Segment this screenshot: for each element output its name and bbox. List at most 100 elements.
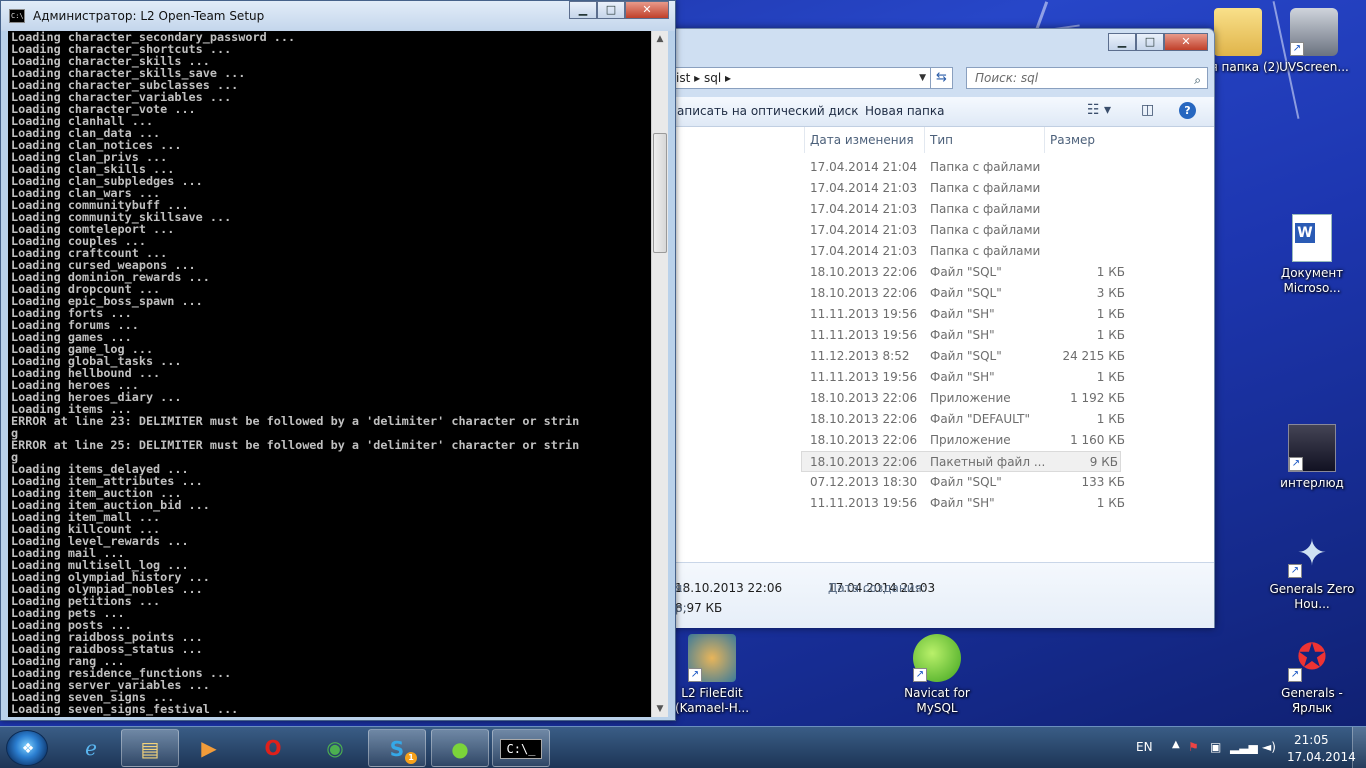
file-type: Папка с файлами [930, 244, 1041, 258]
volume-icon[interactable]: ◄) [1262, 740, 1276, 754]
cmd-icon: C:\ [9, 9, 25, 23]
refresh-icon[interactable]: ⇆ [930, 68, 952, 88]
file-row[interactable]: 18.10.2013 22:06 Файл "SQL" 3 КБ [603, 283, 1125, 304]
file-date: 11.11.2013 19:56 [810, 496, 918, 510]
explorer-window[interactable]: ▁ □ ✕ ist ▸ sql ▸ ▼ ⇆ Поиск: sql ⌕ аписа… [600, 28, 1215, 628]
close-button[interactable]: ✕ [625, 1, 669, 19]
search-icon: ⌕ [1194, 73, 1201, 87]
opera-icon: O [264, 736, 282, 760]
file-row[interactable]: 18.10.2013 22:06 Пакетный файл ... 9 КБ [801, 451, 1121, 472]
console-window[interactable]: C:\ Администратор: L2 Open-Team Setup ▁ … [0, 0, 676, 721]
file-row[interactable]: 17.04.2014 21:03 Папка с файлами [603, 199, 1123, 220]
shortcut-arrow-icon: ↗ [688, 668, 702, 682]
explorer-close-button[interactable]: ✕ [1164, 33, 1208, 51]
scroll-down-icon[interactable]: ▼ [652, 701, 668, 717]
details-pane: я: 18.10.2013 22:06 Дата создания: 17.04… [603, 562, 1214, 628]
file-type: Файл "SH" [930, 307, 995, 321]
chevron-down-icon[interactable]: ▼ [919, 68, 926, 88]
view-options-icon[interactable]: ☷ ▾ [1087, 102, 1111, 118]
address-bar[interactable]: ist ▸ sql ▸ ▼ ⇆ [663, 67, 953, 89]
tray-expand-icon[interactable]: ▲ [1172, 739, 1180, 750]
taskbar-chrome[interactable]: ◉ [306, 729, 364, 767]
desktop-icon-generals-zh[interactable]: ✦ ↗ Generals Zero Hou... [1268, 530, 1356, 612]
column-header-date[interactable]: Дата изменения [810, 133, 914, 147]
network-icon[interactable]: ▂▃▅ [1230, 740, 1258, 754]
shortcut-arrow-icon: ↗ [1290, 42, 1304, 56]
lineage-icon: ↗ [1288, 424, 1336, 472]
file-row[interactable]: 17.04.2014 21:03 Папка с файлами [603, 178, 1123, 199]
file-row[interactable]: 11.12.2013 8:52 Файл "SQL" 24 215 КБ [603, 346, 1125, 367]
breadcrumb[interactable]: ist ▸ sql ▸ [676, 71, 731, 85]
file-row[interactable]: lt18.10.2013 22:06Файл "DEFAULT"1 КБ [603, 409, 1125, 430]
taskbar-cmd[interactable]: C:\_ [492, 729, 550, 767]
file-row[interactable]: 18.10.2013 22:06 Приложение 1 192 КБ [603, 388, 1125, 409]
taskbar-file-explorer[interactable]: ▤ [121, 729, 179, 767]
desktop-icon-interlude[interactable]: ↗ интерлюд [1268, 424, 1356, 491]
scrollbar-thumb[interactable] [653, 133, 667, 253]
file-date: 17.04.2014 21:03 [810, 223, 918, 237]
show-desktop-button[interactable] [1352, 727, 1366, 768]
file-size: 1 КБ [1096, 370, 1125, 384]
file-row[interactable]: 07.12.2013 18:30 Файл "SQL" 133 КБ [603, 472, 1125, 493]
file-date: 18.10.2013 22:06 [810, 455, 918, 469]
start-button[interactable]: ❖ [6, 730, 48, 766]
file-row[interactable]: 17.04.2014 21:04 Папка с файлами [603, 157, 1123, 178]
desktop-icon-generals-link[interactable]: ✪ ↗ Generals - Ярлык [1268, 634, 1356, 716]
desktop-icon-navicat[interactable]: ↗ Navicat for MySQL [893, 634, 981, 716]
file-type: Пакетный файл ... [930, 455, 1046, 469]
file-size: 24 215 КБ [1062, 349, 1125, 363]
burn-disc-button[interactable]: аписать на оптический диск [677, 104, 859, 118]
file-row[interactable]: ql18.10.2013 22:06Файл "SQL"1 КБ [603, 262, 1125, 283]
file-row[interactable]: 11.11.2013 19:56 Файл "SH" 1 КБ [603, 493, 1125, 514]
shortcut-arrow-icon: ↗ [1288, 668, 1302, 682]
new-folder-button[interactable]: Новая папка [865, 104, 944, 118]
desktop-icon-uvscreen[interactable]: ↗ UVScreen... [1270, 8, 1358, 75]
taskbar-internet-explorer[interactable]: ℯ [62, 729, 120, 767]
file-row[interactable]: 17.04.2014 21:03 Папка с файлами [603, 241, 1123, 262]
clock-time[interactable]: 21:05 [1294, 733, 1329, 747]
column-header-size[interactable]: Размер [1050, 133, 1095, 147]
file-type: Файл "SH" [930, 328, 995, 342]
file-date: 11.11.2013 19:56 [810, 370, 918, 384]
file-row[interactable]: 18.10.2013 22:06 Приложение 1 160 КБ [603, 430, 1125, 451]
file-row[interactable]: 11.11.2013 19:56 Файл "SH" 1 КБ [603, 325, 1125, 346]
desktop-icon-l2fileedit[interactable]: ↗ L2 FileEdit (Kamael-H... [668, 634, 756, 716]
language-indicator[interactable]: EN [1136, 740, 1153, 754]
explorer-maximize-button[interactable]: □ [1136, 33, 1164, 51]
console-title-bar[interactable]: C:\ Администратор: L2 Open-Team Setup ▁ … [1, 1, 675, 31]
console-output[interactable]: Loading character_secondary_password ...… [8, 31, 651, 717]
maximize-button[interactable]: □ [597, 1, 625, 19]
windows-logo-icon: ❖ [21, 741, 35, 757]
file-type: Файл "SQL" [930, 265, 1002, 279]
file-type: Папка с файлами [930, 181, 1041, 195]
vertical-scrollbar[interactable]: ▲ ▼ [651, 31, 668, 717]
clock-date[interactable]: 17.04.2014 [1287, 750, 1356, 764]
taskbar-skype[interactable]: S1 [368, 729, 426, 767]
file-date: 17.04.2014 21:03 [810, 244, 918, 258]
internet-explorer-icon: ℯ [85, 736, 97, 760]
file-row[interactable]: 11.11.2013 19:56 Файл "SH" 1 КБ [603, 304, 1125, 325]
file-row[interactable]: 11.11.2013 19:56 Файл "SH" 1 КБ [603, 367, 1125, 388]
device-icon[interactable]: ▣ [1210, 740, 1221, 754]
file-type: Папка с файлами [930, 202, 1041, 216]
desktop-icon-word-doc[interactable]: W Документ Microso... [1268, 214, 1356, 296]
file-row[interactable]: 17.04.2014 21:03 Папка с файлами [603, 220, 1123, 241]
flag-icon[interactable]: ⚑ [1188, 740, 1199, 754]
column-header-type[interactable]: Тип [930, 133, 953, 147]
taskbar-navicat[interactable]: ● [431, 729, 489, 767]
notification-badge: 1 [405, 752, 417, 764]
minimize-button[interactable]: ▁ [569, 1, 597, 19]
search-input[interactable]: Поиск: sql ⌕ [966, 67, 1208, 89]
file-date: 18.10.2013 22:06 [810, 265, 918, 279]
navicat-icon: ↗ [913, 634, 961, 682]
help-icon[interactable]: ? [1179, 102, 1196, 119]
taskbar-opera[interactable]: O [244, 729, 302, 767]
scroll-up-icon[interactable]: ▲ [652, 31, 668, 47]
file-type: Файл "SQL" [930, 349, 1002, 363]
taskbar-media-player[interactable]: ▶ [180, 729, 238, 767]
explorer-minimize-button[interactable]: ▁ [1108, 33, 1136, 51]
preview-pane-icon[interactable]: ◫ [1141, 102, 1154, 118]
console-line: ERROR at line 23: DELIMITER must be foll… [11, 414, 580, 428]
file-size: 1 КБ [1096, 307, 1125, 321]
file-date: 11.12.2013 8:52 [810, 349, 910, 363]
